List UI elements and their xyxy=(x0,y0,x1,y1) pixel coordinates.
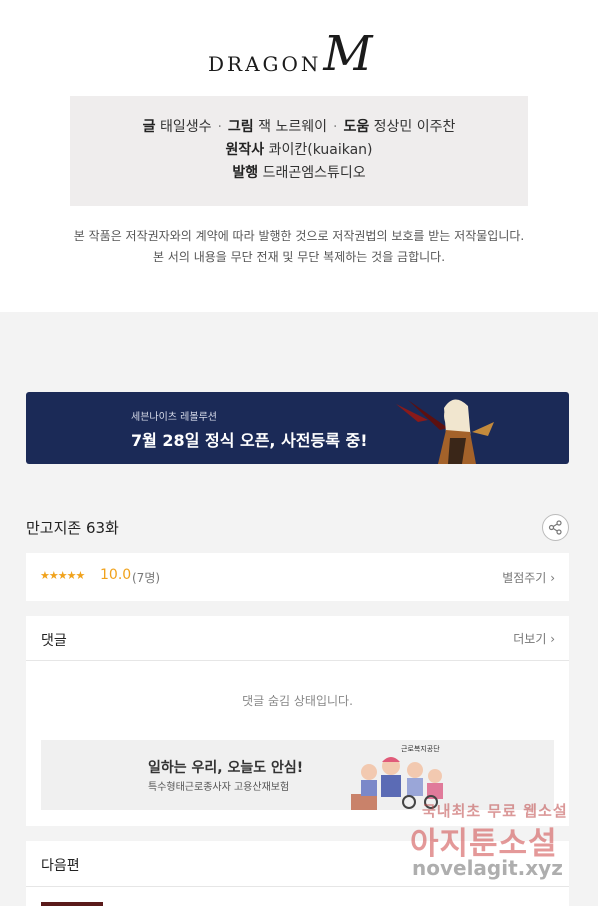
rate-button[interactable]: 별점주기 › xyxy=(502,569,555,586)
banner-character-illustration xyxy=(396,399,494,464)
ad-subtitle: 특수형태근로종사자 고용산재보험 xyxy=(148,782,290,793)
banner-subtitle: 세븐나이츠 레볼루션 xyxy=(131,412,217,423)
chevron-right-icon: › xyxy=(550,571,555,585)
rating-count: (7명) xyxy=(132,571,161,585)
copyright-notice: 본 작품은 저작권자와의 계약에 따라 발행한 것으로 저작권법의 보호를 받는… xyxy=(73,229,525,264)
comments-card: 댓글 더보기 › 댓글 숨김 상태입니다. 일하는 우리, 오늘도 안심! 특수… xyxy=(26,616,569,826)
ad-title: 일하는 우리, 오늘도 안심! xyxy=(148,760,304,776)
next-episode-title: 다음편 xyxy=(41,858,80,874)
next-episode-thumbnail[interactable] xyxy=(41,902,103,906)
share-glyph-icon xyxy=(548,520,562,535)
publisher-logo: DRAGON M xyxy=(208,26,373,82)
comments-title: 댓글 xyxy=(41,633,67,649)
share-icon[interactable] xyxy=(542,514,569,541)
comments-more-link[interactable]: 더보기 › xyxy=(513,630,555,647)
ad-organization: 근로복지공단 xyxy=(401,745,440,753)
rating-stars: ★★★★★ xyxy=(40,569,85,582)
episode-title: 만고지존 63화 xyxy=(26,519,119,537)
comments-header: 댓글 더보기 › xyxy=(26,616,569,661)
credits-line-authors: 글 태일생수 · 그림 잭 노르웨이 · 도움 정상민 이주찬 xyxy=(142,119,456,135)
credits-line-publisher: 발행 드래곤엠스튜디오 xyxy=(232,165,366,181)
credits-line-original: 원작사 콰이칸(kuaikan) xyxy=(225,142,373,158)
banner-title: 7월 28일 정식 오픈, 사전등록 중! xyxy=(131,431,368,450)
credits-section: DRAGON M 글 태일생수 · 그림 잭 노르웨이 · 도움 정상민 이주찬 원작사… xyxy=(0,0,598,312)
rating-card: ★★★★★ 10.0 (7명) 별점주기 › xyxy=(26,553,569,601)
comments-hidden-message: 댓글 숨김 상태입니다. xyxy=(242,694,353,708)
rating-score: 10.0 xyxy=(100,567,132,583)
credits-box: 글 태일생수 · 그림 잭 노르웨이 · 도움 정상민 이주찬 원작사 콰이칸(kuai… xyxy=(70,96,528,206)
site-watermark: 국내최초 무료 웹소설 아지툰소설 novelagit.xyz xyxy=(410,802,568,880)
chevron-right-icon: › xyxy=(550,632,555,646)
game-ad-banner[interactable]: 세븐나이츠 레볼루션 7월 28일 정식 오픈, 사전등록 중! xyxy=(26,392,569,464)
